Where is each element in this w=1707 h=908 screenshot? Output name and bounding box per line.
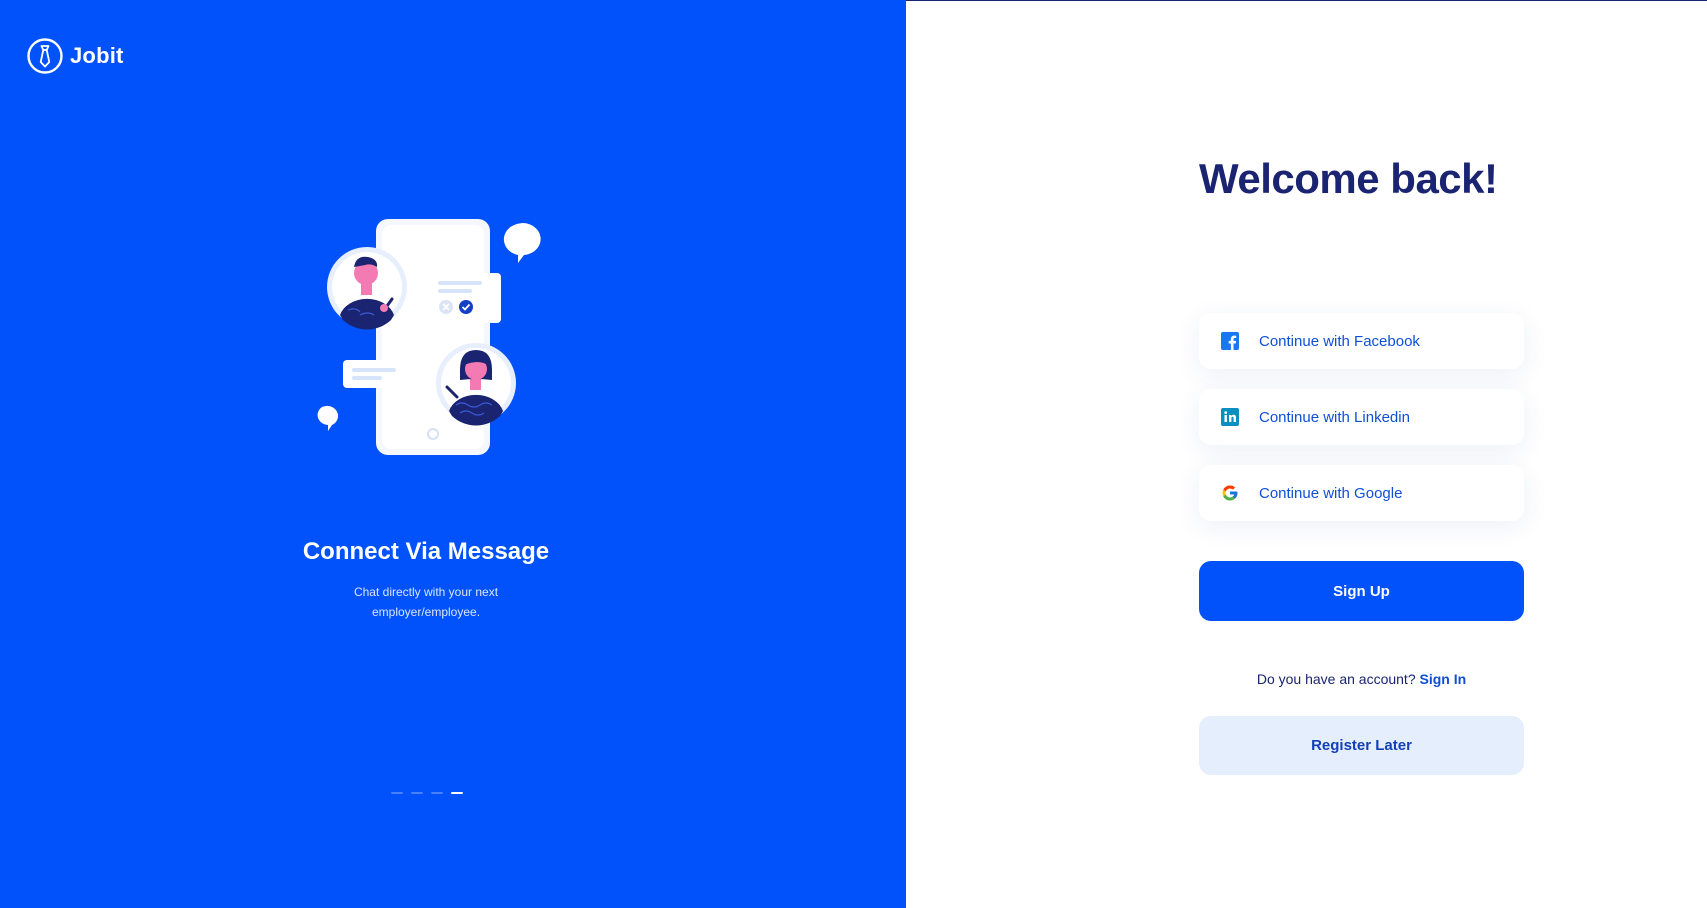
brand-logo[interactable]: Jobit [26, 37, 124, 75]
chat-illustration [317, 219, 541, 455]
continue-with-google-button[interactable]: Continue with Google [1199, 465, 1524, 521]
carousel-dot[interactable] [391, 792, 403, 794]
continue-with-facebook-button[interactable]: Continue with Facebook [1199, 313, 1524, 369]
onboarding-panel: Jobit Connect Via Message Chat directly … [0, 0, 906, 908]
account-prompt-row: Do you have an account? Sign In [1199, 671, 1524, 687]
facebook-icon [1221, 332, 1239, 350]
google-button-label: Continue with Google [1259, 484, 1403, 502]
linkedin-button-label: Continue with Linkedin [1259, 408, 1410, 426]
carousel-dot[interactable] [431, 792, 443, 794]
register-later-button[interactable]: Register Later [1199, 716, 1524, 775]
tie-logo-icon [27, 38, 63, 74]
linkedin-icon [1221, 408, 1239, 426]
carousel-dot[interactable] [411, 792, 423, 794]
facebook-button-label: Continue with Facebook [1259, 332, 1420, 350]
carousel-indicator [391, 792, 463, 794]
account-prompt-text: Do you have an account? [1256, 671, 1416, 687]
sign-up-button[interactable]: Sign Up [1199, 561, 1524, 621]
welcome-heading: Welcome back! [1199, 155, 1498, 202]
slide-title: Connect Via Message [302, 538, 550, 565]
sign-in-link[interactable]: Sign In [1420, 671, 1467, 687]
slide-description: Chat directly with your next employer/em… [353, 585, 499, 619]
carousel-dot-active[interactable] [451, 792, 463, 794]
google-icon [1221, 484, 1239, 502]
brand-name: Jobit [70, 43, 124, 68]
continue-with-linkedin-button[interactable]: Continue with Linkedin [1199, 389, 1524, 445]
